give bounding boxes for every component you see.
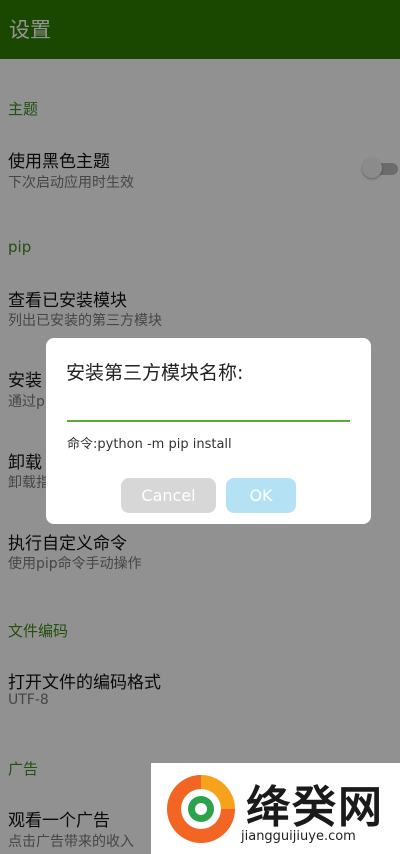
ok-button[interactable]: OK [226,478,296,513]
input-underline [67,420,350,422]
watermark-url: jiangguijiuye.com [241,829,356,844]
site-watermark: 绛癸网 jiangguijiuye.com [151,763,400,854]
command-hint: 命令:python -m pip install [67,437,232,452]
watermark-brand: 绛癸网 [246,782,384,833]
watermark-logo-icon [167,775,235,843]
module-name-input[interactable] [67,396,350,420]
dialog-title: 安装第三方模块名称: [66,362,244,384]
install-module-dialog: 安装第三方模块名称: 命令:python -m pip install Canc… [46,338,371,524]
cancel-button[interactable]: Cancel [121,478,216,513]
